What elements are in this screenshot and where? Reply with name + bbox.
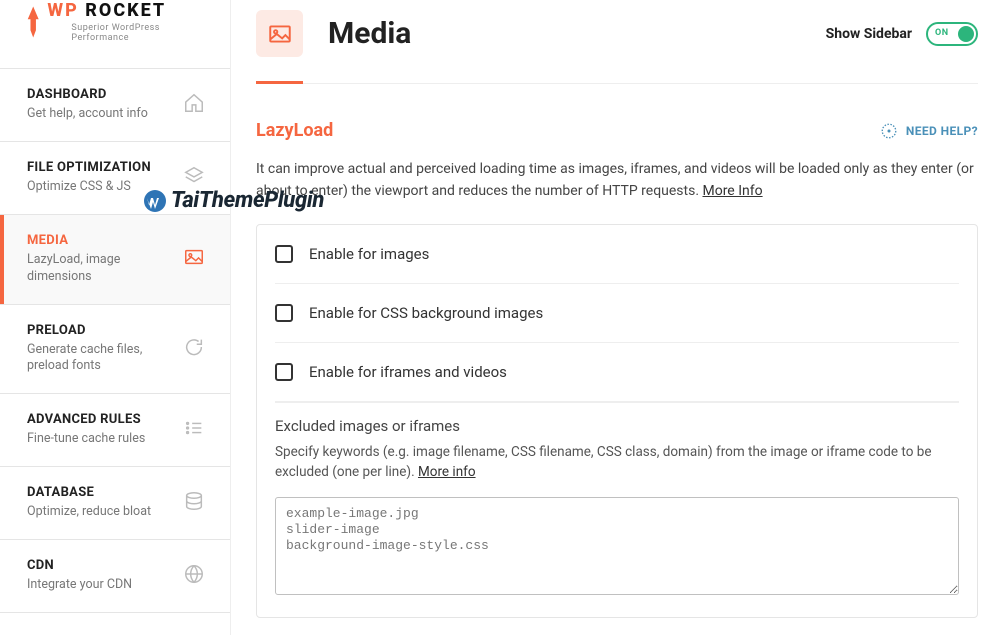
- nav-desc: Get help, account info: [27, 106, 148, 123]
- need-help-text: NEED HELP?: [906, 124, 978, 138]
- rocket-icon: [25, 5, 41, 39]
- lazyload-settings-box: Enable for images Enable for CSS backgro…: [256, 224, 978, 617]
- main-content: Media Show Sidebar ON LazyLoad NEED HELP…: [231, 0, 1000, 635]
- sidebar-item-preload[interactable]: PRELOAD Generate cache files, preload fo…: [0, 304, 230, 394]
- sidebar-item-file-optimization[interactable]: FILE OPTIMIZATION Optimize CSS & JS: [0, 141, 230, 214]
- nav-title: FILE OPTIMIZATION: [27, 160, 151, 175]
- need-help-link[interactable]: NEED HELP?: [880, 122, 978, 140]
- excluded-textarea[interactable]: [275, 497, 959, 595]
- sidebar-item-dashboard[interactable]: DASHBOARD Get help, account info: [0, 68, 230, 141]
- sidebar-item-cdn[interactable]: CDN Integrate your CDN: [0, 539, 230, 613]
- toggle-on-text: ON: [935, 28, 949, 38]
- page-title: Media: [328, 16, 411, 51]
- sidebar: WP ROCKET Superior WordPress Performance…: [0, 0, 231, 635]
- nav-desc: Optimize, reduce bloat: [27, 504, 151, 521]
- logo: WP ROCKET Superior WordPress Performance: [25, 0, 205, 43]
- header-image-icon: [256, 10, 303, 57]
- checkbox-row-iframes: Enable for iframes and videos: [275, 343, 959, 402]
- lazyload-title: LazyLoad: [256, 120, 333, 141]
- checkbox-enable-iframes[interactable]: [275, 363, 293, 381]
- excluded-desc-text: Specify keywords (e.g. image filename, C…: [275, 444, 932, 480]
- show-sidebar-toggle[interactable]: ON: [926, 22, 978, 46]
- refresh-icon: [183, 336, 205, 362]
- image-icon: [183, 246, 205, 272]
- logo-wp: WP: [47, 0, 78, 21]
- database-icon: [183, 490, 205, 516]
- sidebar-item-advanced-rules[interactable]: ADVANCED RULES Fine-tune cache rules: [0, 393, 230, 466]
- excluded-more-info-link[interactable]: More info: [418, 464, 476, 480]
- lazyload-more-info-link[interactable]: More Info: [702, 183, 762, 199]
- sidebar-item-media[interactable]: MEDIA LazyLoad, image dimensions: [0, 214, 230, 304]
- nav-title: DASHBOARD: [27, 87, 148, 102]
- lazyload-desc-text: It can improve actual and perceived load…: [256, 161, 974, 199]
- checkbox-label-css-bg[interactable]: Enable for CSS background images: [309, 304, 543, 322]
- checkbox-row-images: Enable for images: [275, 225, 959, 284]
- show-sidebar-label: Show Sidebar: [826, 26, 912, 42]
- checkbox-row-css-bg: Enable for CSS background images: [275, 284, 959, 343]
- list-icon: [183, 417, 205, 443]
- logo-rocket: ROCKET: [85, 0, 166, 21]
- lazyload-section-head: LazyLoad NEED HELP?: [256, 120, 978, 141]
- toggle-knob: [958, 26, 974, 42]
- excluded-section: Excluded images or iframes Specify keywo…: [275, 402, 959, 616]
- checkbox-enable-css-bg[interactable]: [275, 304, 293, 322]
- nav-desc: Generate cache files, preload fonts: [27, 342, 175, 376]
- globe-icon: [183, 563, 205, 589]
- nav-desc: Fine-tune cache rules: [27, 431, 145, 448]
- logo-tagline: Superior WordPress Performance: [71, 23, 205, 43]
- nav-title: MEDIA: [27, 233, 175, 248]
- help-icon: [880, 122, 898, 140]
- logo-area: WP ROCKET Superior WordPress Performance: [0, 0, 230, 68]
- nav-desc: LazyLoad, image dimensions: [27, 252, 175, 286]
- excluded-description: Specify keywords (e.g. image filename, C…: [275, 443, 959, 482]
- layers-icon: [183, 165, 205, 191]
- nav-desc: Optimize CSS & JS: [27, 179, 151, 196]
- checkbox-label-iframes[interactable]: Enable for iframes and videos: [309, 363, 507, 381]
- nav-title: CDN: [27, 558, 132, 573]
- nav-title: DATABASE: [27, 485, 151, 500]
- nav-title: PRELOAD: [27, 323, 175, 338]
- nav-desc: Integrate your CDN: [27, 577, 132, 594]
- checkbox-label-images[interactable]: Enable for images: [309, 245, 429, 263]
- lazyload-description: It can improve actual and perceived load…: [256, 159, 978, 202]
- excluded-title: Excluded images or iframes: [275, 417, 959, 435]
- sidebar-item-database[interactable]: DATABASE Optimize, reduce bloat: [0, 466, 230, 539]
- nav-title: ADVANCED RULES: [27, 412, 145, 427]
- home-icon: [183, 92, 205, 118]
- checkbox-enable-images[interactable]: [275, 245, 293, 263]
- page-header: Media Show Sidebar ON: [256, 10, 978, 84]
